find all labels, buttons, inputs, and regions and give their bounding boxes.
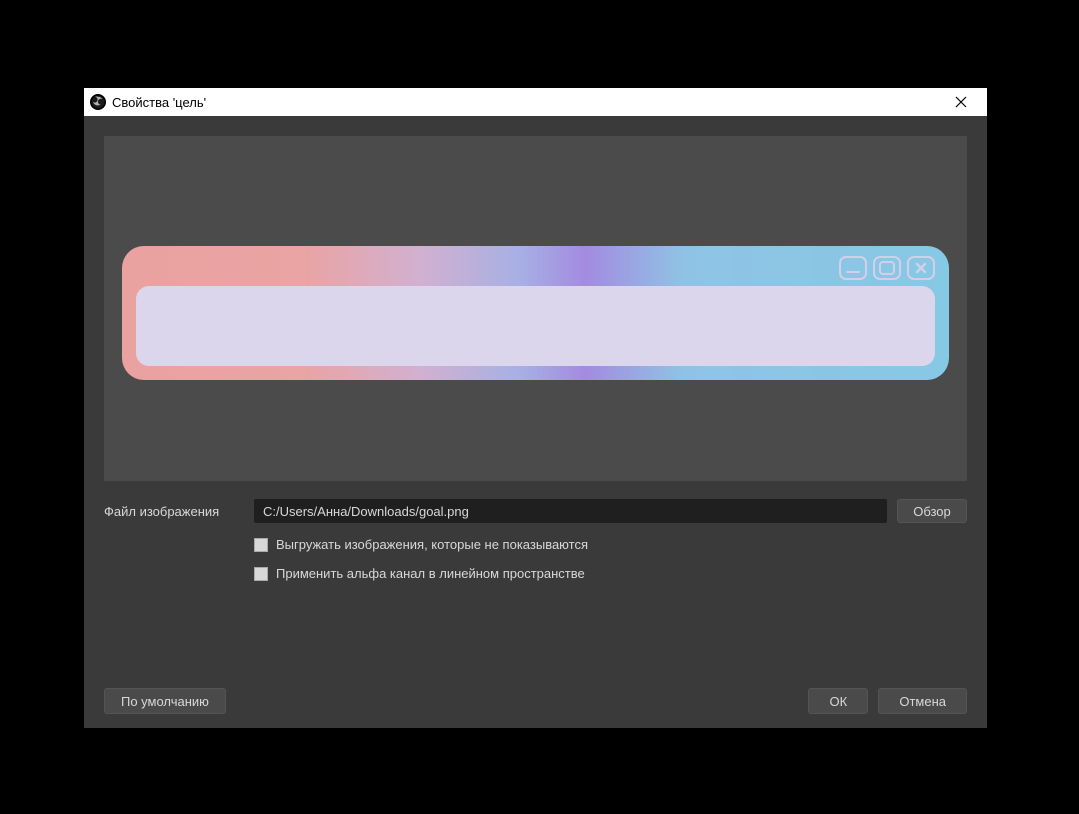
image-file-input[interactable]	[254, 499, 887, 523]
overlay-close-icon	[907, 256, 935, 280]
unload-checkbox-row: Выгружать изображения, которые не показы…	[254, 537, 967, 552]
alpha-checkbox-row: Применить альфа канал в линейном простра…	[254, 566, 967, 581]
unload-checkbox[interactable]	[254, 538, 268, 552]
overlay-minimize-icon	[839, 256, 867, 280]
overlay-window-controls	[839, 256, 935, 280]
alpha-checkbox[interactable]	[254, 567, 268, 581]
overlay-maximize-icon	[873, 256, 901, 280]
titlebar: Свойства 'цель'	[84, 88, 987, 116]
browse-button[interactable]: Обзор	[897, 499, 967, 523]
image-file-label: Файл изображения	[104, 504, 244, 519]
unload-checkbox-label: Выгружать изображения, которые не показы…	[276, 537, 588, 552]
properties-dialog: Свойства 'цель'	[84, 88, 987, 728]
alpha-checkbox-label: Применить альфа канал в линейном простра…	[276, 566, 585, 581]
overlay-progress-bar	[136, 286, 935, 366]
cancel-button[interactable]: Отмена	[878, 688, 967, 714]
dialog-footer: По умолчанию ОК Отмена	[104, 688, 967, 714]
window-title: Свойства 'цель'	[112, 95, 935, 110]
obs-icon	[90, 94, 106, 110]
preview-overlay	[122, 246, 949, 380]
ok-button[interactable]: ОК	[808, 688, 868, 714]
defaults-button[interactable]: По умолчанию	[104, 688, 226, 714]
image-file-row: Файл изображения Обзор	[104, 499, 967, 523]
dialog-body: Файл изображения Обзор Выгружать изображ…	[84, 116, 987, 728]
image-preview	[104, 136, 967, 481]
window-close-button[interactable]	[941, 88, 981, 116]
